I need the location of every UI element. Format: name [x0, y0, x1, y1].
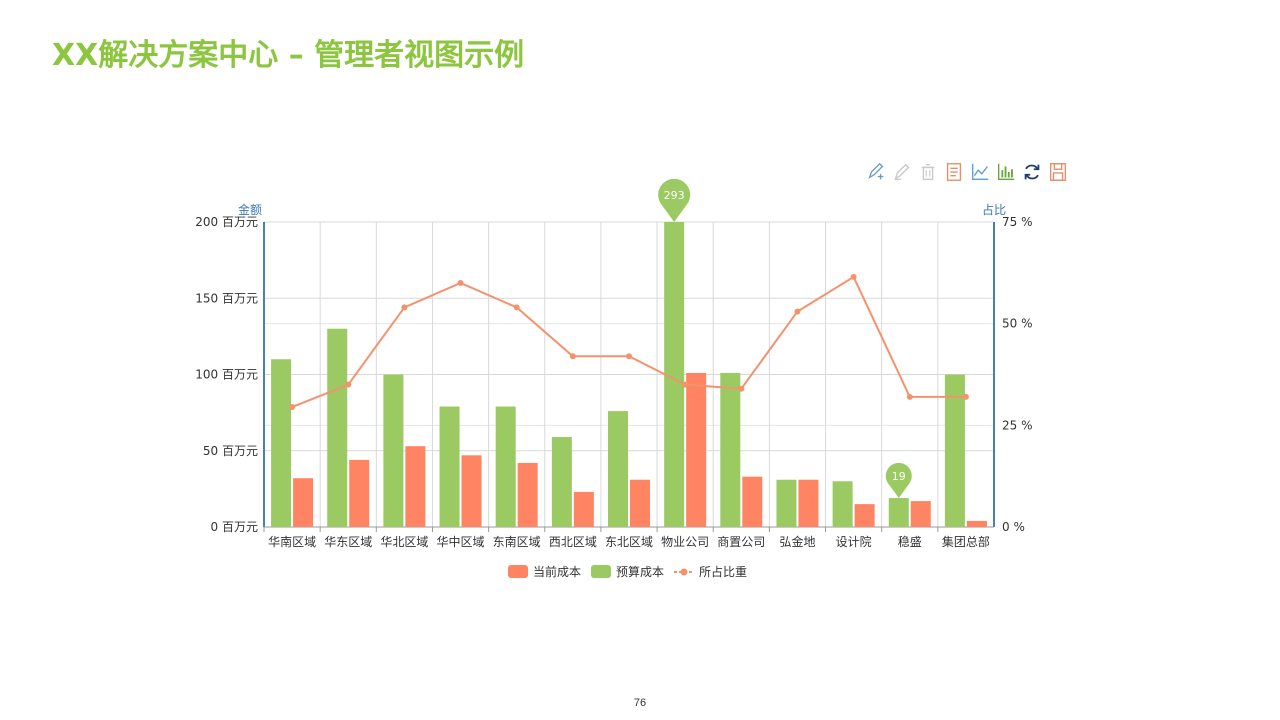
- bar-current-cost[interactable]: [461, 455, 482, 527]
- category-label: 华东区域: [324, 535, 372, 549]
- legend-swatch-ratio-dot: [680, 568, 688, 576]
- right-tick-label: 25 %: [1002, 418, 1033, 432]
- ratio-point[interactable]: [345, 381, 352, 388]
- left-tick-label: 150 百万元: [195, 291, 258, 305]
- category-label: 集团总部: [942, 534, 990, 549]
- mark-pin-label: 293: [664, 189, 685, 202]
- bar-budget-cost[interactable]: [832, 481, 853, 527]
- bar-current-cost[interactable]: [966, 520, 987, 527]
- left-tick-label: 50 百万元: [203, 444, 258, 458]
- bar-current-cost[interactable]: [630, 479, 650, 527]
- combo-chart: 金额 占比0 百万元50 百万元100 百万元150 百万元200 百万元0 %2…: [195, 178, 1033, 579]
- bar-budget-cost[interactable]: [776, 479, 797, 527]
- legend-label-ratio: 所占比重: [699, 564, 747, 579]
- legend-swatch-budget-cost[interactable]: [591, 565, 611, 578]
- ratio-point[interactable]: [513, 304, 520, 311]
- right-tick-label: 75 %: [1002, 215, 1033, 229]
- bar-budget-cost[interactable]: [495, 406, 516, 527]
- bar-budget-cost[interactable]: [551, 437, 572, 527]
- ratio-point[interactable]: [682, 381, 689, 388]
- bar-budget-cost[interactable]: [271, 359, 292, 527]
- left-tick-label: 200 百万元: [195, 215, 258, 229]
- ratio-point[interactable]: [289, 404, 296, 411]
- bar-current-cost[interactable]: [293, 478, 314, 527]
- right-tick-label: 0 %: [1002, 520, 1025, 534]
- left-tick-label: 100 百万元: [195, 368, 258, 382]
- category-label: 西北区域: [549, 535, 597, 549]
- ratio-point[interactable]: [850, 273, 857, 280]
- category-label: 弘金地: [779, 534, 815, 549]
- ratio-point[interactable]: [906, 393, 913, 400]
- legend-label-budget-cost: 预算成本: [616, 564, 664, 579]
- bar-current-cost[interactable]: [742, 476, 763, 527]
- ratio-point[interactable]: [626, 353, 632, 360]
- bar-budget-cost[interactable]: [720, 372, 741, 527]
- category-label: 华中区域: [437, 534, 485, 549]
- ratio-point[interactable]: [738, 385, 745, 392]
- legend-label-current-cost: 当前成本: [533, 564, 581, 579]
- bar-current-cost[interactable]: [517, 462, 538, 527]
- bar-current-cost[interactable]: [910, 501, 931, 527]
- bar-budget-cost[interactable]: [608, 411, 628, 527]
- bar-budget-cost[interactable]: [327, 328, 348, 527]
- bar-current-cost[interactable]: [686, 372, 707, 527]
- category-label: 东南区域: [493, 534, 541, 549]
- bar-current-cost[interactable]: [573, 491, 594, 527]
- bar-budget-cost[interactable]: [888, 498, 909, 527]
- ratio-point[interactable]: [794, 308, 801, 315]
- ratio-point[interactable]: [569, 353, 576, 360]
- ratio-point[interactable]: [457, 280, 464, 286]
- category-label: 华南区域: [268, 534, 316, 549]
- bar-current-cost[interactable]: [349, 459, 370, 527]
- mark-pin-label: 19: [892, 470, 906, 483]
- right-tick-label: 50 %: [1002, 317, 1033, 331]
- page-number: 76: [633, 697, 647, 709]
- category-label: 华北区域: [380, 535, 428, 549]
- bar-current-cost[interactable]: [854, 504, 875, 527]
- bar-budget-cost[interactable]: [383, 374, 404, 528]
- bar-current-cost[interactable]: [798, 479, 819, 527]
- category-label: 稳盛: [898, 534, 922, 549]
- left-tick-label: 0 百万元: [211, 520, 258, 534]
- ratio-point[interactable]: [401, 304, 408, 311]
- category-label: 物业公司: [661, 535, 709, 549]
- bar-current-cost[interactable]: [405, 446, 426, 527]
- bar-budget-cost[interactable]: [439, 406, 460, 527]
- ratio-point[interactable]: [962, 393, 969, 400]
- legend-swatch-current-cost[interactable]: [508, 565, 528, 578]
- category-label: 东北区域: [605, 535, 653, 549]
- category-label: 设计院: [836, 535, 872, 549]
- category-label: 商置公司: [717, 534, 765, 549]
